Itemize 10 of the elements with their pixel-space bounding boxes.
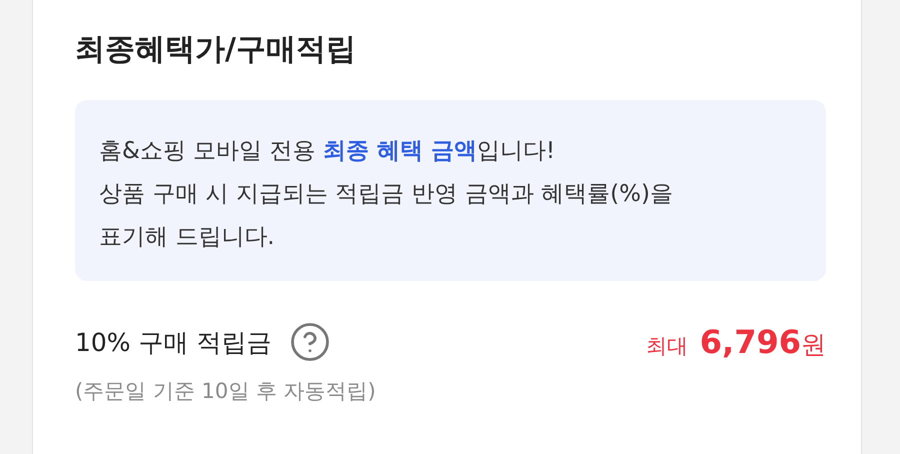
- notice-text: 홈&쇼핑 모바일 전용 최종 혜택 금액입니다!: [99, 137, 556, 166]
- reward-amount: 6,796: [700, 323, 801, 361]
- reward-label: 10% 구매 적립금: [75, 326, 272, 358]
- help-icon[interactable]: [289, 321, 332, 363]
- reward-note: (주문일 기준 10일 후 자동적립): [75, 378, 377, 405]
- section-title: 최종혜택가/구매적립: [75, 31, 357, 69]
- currency-unit: 원: [801, 329, 826, 361]
- max-label: 최대: [646, 333, 688, 360]
- notice-text: 표기해 드립니다.: [99, 223, 276, 252]
- notice-text: 상품 구매 시 지급되는 적립금 반영 금액과 혜택률(%)을: [99, 180, 674, 209]
